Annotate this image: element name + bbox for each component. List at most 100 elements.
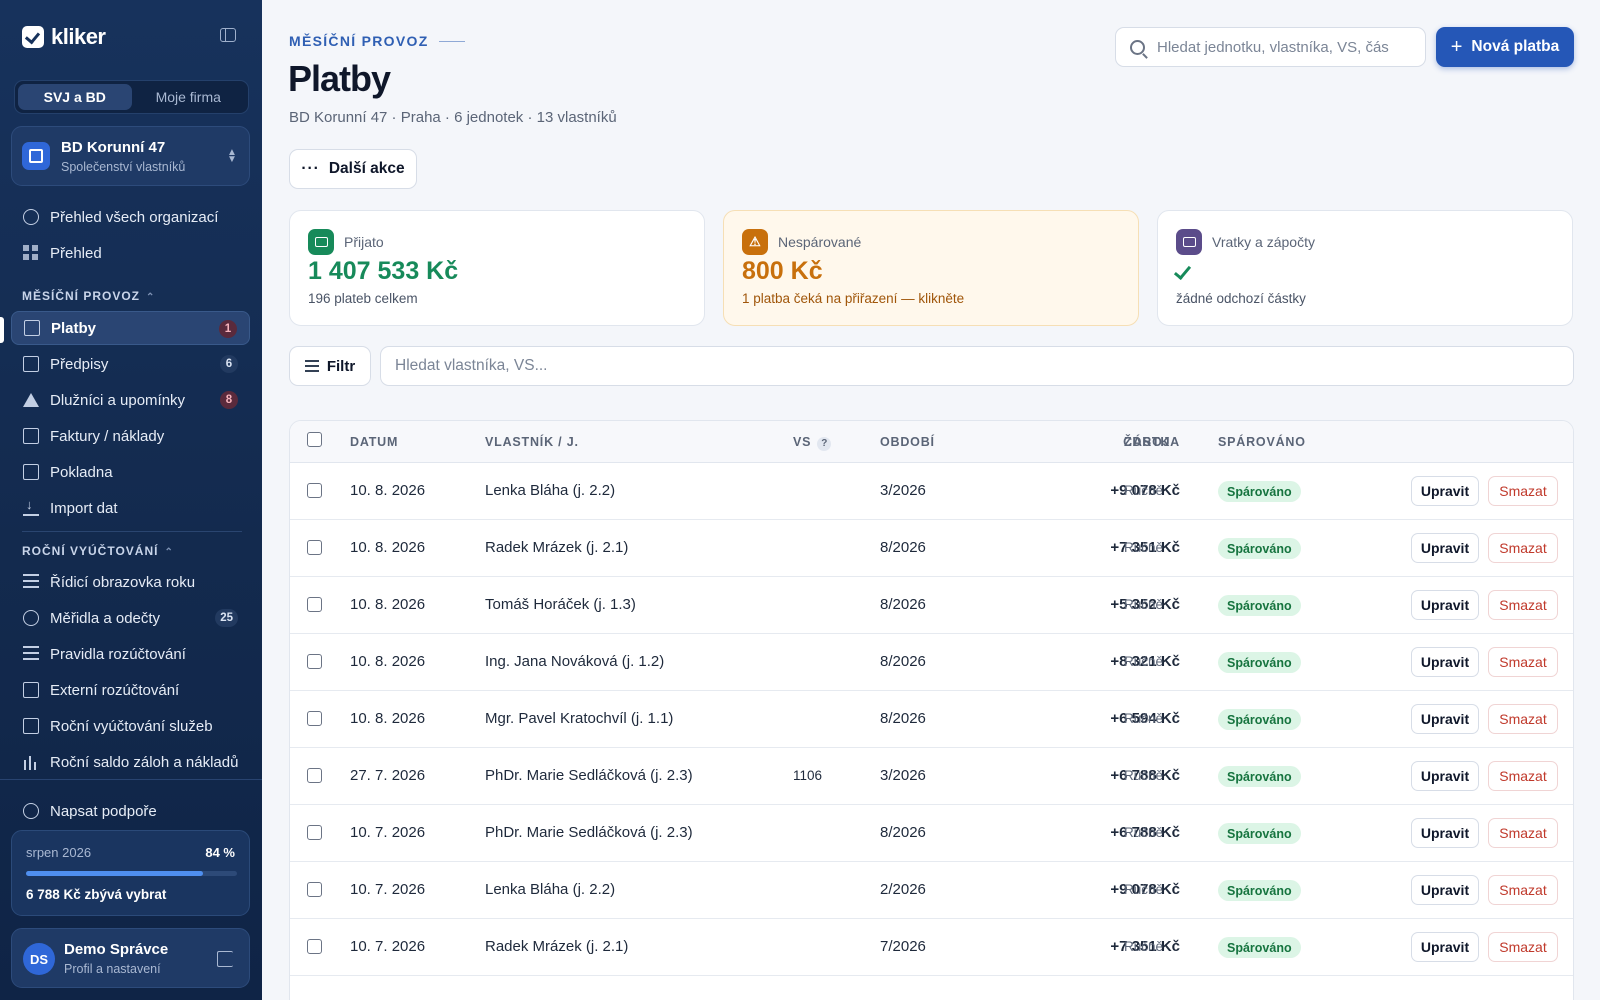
col-vs[interactable]: VS? <box>793 435 832 451</box>
section-annual[interactable]: ROČNÍ VYÚČTOVÁNÍ ⌃ <box>22 544 174 558</box>
nav-invoices[interactable]: Faktury / náklady <box>11 419 250 453</box>
delete-button[interactable]: Smazat <box>1488 875 1558 905</box>
delete-button[interactable]: Smazat <box>1488 533 1558 563</box>
delete-button[interactable]: Smazat <box>1488 932 1558 962</box>
row-checkbox[interactable] <box>307 654 322 669</box>
row-checkbox[interactable] <box>307 768 322 783</box>
row-checkbox[interactable] <box>307 711 322 726</box>
col-source[interactable]: ZDROJ <box>1124 435 1170 449</box>
segment-company[interactable]: Moje firma <box>132 84 246 110</box>
row-checkbox[interactable] <box>307 540 322 555</box>
table-row[interactable]: 10. 8. 2026 Tomáš Horáček (j. 1.3) 8/2026 +… <box>290 577 1573 634</box>
col-date[interactable]: DATUM <box>350 435 398 449</box>
delete-button[interactable]: Smazat <box>1488 761 1558 791</box>
nav-label: Externí rozúčtování <box>50 681 180 699</box>
active-indicator <box>0 317 4 343</box>
col-paired[interactable]: SPÁROVÁNO <box>1218 435 1306 449</box>
filter-button[interactable]: Filtr <box>289 346 371 386</box>
search-input[interactable] <box>1157 38 1397 56</box>
row-checkbox[interactable] <box>307 483 322 498</box>
nav-overview[interactable]: Přehled <box>11 236 250 270</box>
status-badge: Spárováno <box>1218 709 1301 730</box>
collapse-sidebar-icon[interactable] <box>220 28 236 42</box>
edit-button[interactable]: Upravit <box>1411 761 1479 791</box>
nav-cashbox[interactable]: Pokladna <box>11 455 250 489</box>
delete-button[interactable]: Smazat <box>1488 818 1558 848</box>
count-badge: 25 <box>215 609 238 627</box>
card-label: Nespárované <box>778 234 862 250</box>
edit-button[interactable]: Upravit <box>1411 704 1479 734</box>
cell-date: 10. 7. 2026 <box>350 938 426 955</box>
nav-payments[interactable]: Platby 1 <box>11 311 250 345</box>
table-row[interactable]: 10. 7. 2026 Lenka Bláha (j. 2.2) 2/2026 +9 … <box>290 862 1573 919</box>
button-label: Další akce <box>328 160 405 177</box>
row-checkbox[interactable] <box>307 939 322 954</box>
cell-period: 3/2026 <box>880 767 926 784</box>
delete-button[interactable]: Smazat <box>1488 704 1558 734</box>
more-actions-button[interactable]: ··· Další akce <box>289 149 417 189</box>
table-row[interactable]: 10. 8. 2026 Ing. Jana Nováková (j. 1.2) 8/… <box>290 634 1573 691</box>
table-row[interactable]: 10. 7. 2026 PhDr. Marie Sedláčková (j. 2.… <box>290 805 1573 862</box>
nav-all-orgs[interactable]: Přehled všech organizací <box>11 200 250 234</box>
nav-label: Přehled <box>50 244 102 262</box>
select-all-checkbox[interactable] <box>307 432 322 447</box>
table-row[interactable]: 27. 7. 2026 PhDr. Marie Sedláčková (j. 2.… <box>290 748 1573 805</box>
file-text-icon <box>23 718 39 734</box>
table-row[interactable]: 10. 8. 2026 Radek Mrázek (j. 2.1) 8/2026 +7… <box>290 520 1573 577</box>
delete-button[interactable]: Smazat <box>1488 590 1558 620</box>
col-owner[interactable]: VLASTNÍK / J. <box>485 435 579 449</box>
delete-button[interactable]: Smazat <box>1488 476 1558 506</box>
progress-remaining: 6 788 Kč zbývá vybrat <box>26 887 167 902</box>
nav-allocation-rules[interactable]: Pravidla rozúčtování <box>11 637 250 671</box>
card-received[interactable]: Přijato 1 407 533 Kč 196 plateb celkem <box>289 210 705 326</box>
card-unpaired[interactable]: ⚠ Nespárované 800 Kč 1 platba čeká na př… <box>723 210 1139 326</box>
nav-year-dashboard[interactable]: Řídicí obrazovka roku <box>11 565 250 599</box>
nav-support[interactable]: Napsat podpoře <box>11 794 250 828</box>
logo[interactable]: kliker <box>22 24 106 50</box>
nav-external-allocation[interactable]: Externí rozúčtování <box>11 673 250 707</box>
nav-annual-billing[interactable]: Roční vyúčtování služeb <box>11 709 250 743</box>
global-search[interactable] <box>1115 27 1426 67</box>
section-label: ROČNÍ VYÚČTOVÁNÍ <box>22 544 159 558</box>
cell-period: 8/2026 <box>880 539 926 556</box>
warning-icon: ⚠ <box>742 229 768 255</box>
edit-button[interactable]: Upravit <box>1411 818 1479 848</box>
nav-annual-balance[interactable]: Roční saldo záloh a nákladů <box>11 745 250 779</box>
section-monthly[interactable]: MĚSÍČNÍ PROVOZ ⌃ <box>22 289 155 303</box>
nav-meters[interactable]: Měřidla a odečty 25 <box>11 601 250 635</box>
cell-source: Ručně <box>1124 825 1164 840</box>
nav-debtors[interactable]: Dlužníci a upomínky 8 <box>11 383 250 417</box>
card-refunds[interactable]: Vratky a zápočty žádné odchozí částky <box>1157 210 1573 326</box>
row-checkbox[interactable] <box>307 597 322 612</box>
col-vs-label: VS <box>793 435 812 449</box>
table-row[interactable]: 10. 8. 2026 Mgr. Pavel Kratochvíl (j. 1.1… <box>290 691 1573 748</box>
help-icon[interactable]: ? <box>817 436 832 451</box>
nav-label: Předpisy <box>50 355 109 373</box>
new-payment-button[interactable]: + Nová platba <box>1436 27 1574 67</box>
edit-button[interactable]: Upravit <box>1411 476 1479 506</box>
edit-button[interactable]: Upravit <box>1411 932 1479 962</box>
edit-button[interactable]: Upravit <box>1411 875 1479 905</box>
segment-svj[interactable]: SVJ a BD <box>18 84 132 110</box>
cell-owner: Lenka Bláha (j. 2.2) <box>485 881 616 898</box>
nav-prescriptions[interactable]: Předpisy 6 <box>11 347 250 381</box>
logout-icon[interactable] <box>217 951 233 967</box>
edit-button[interactable]: Upravit <box>1411 590 1479 620</box>
col-period[interactable]: OBDOBÍ <box>880 435 935 449</box>
nav-import[interactable]: Import dat <box>11 491 250 525</box>
user-profile[interactable]: DS Demo Správce Profil a nastavení <box>11 928 250 988</box>
edit-button[interactable]: Upravit <box>1411 533 1479 563</box>
table-row[interactable]: 10. 7. 2026 Radek Mrázek (j. 2.1) 7/2026 +7… <box>290 919 1573 976</box>
row-checkbox[interactable] <box>307 825 322 840</box>
org-selector[interactable]: BD Korunní 47 Společenství vlastníků ▲ ▼ <box>11 126 250 186</box>
delete-button[interactable]: Smazat <box>1488 647 1558 677</box>
progress-fill <box>26 871 204 876</box>
table-search-input[interactable] <box>380 346 1574 386</box>
nav-label: Faktury / náklady <box>50 427 165 445</box>
status-badge: Spárováno <box>1218 481 1301 502</box>
edit-button[interactable]: Upravit <box>1411 647 1479 677</box>
progress-track <box>26 871 237 876</box>
count-badge: 1 <box>219 320 237 338</box>
table-row[interactable]: 10. 8. 2026 Lenka Bláha (j. 2.2) 3/2026 +9 … <box>290 463 1573 520</box>
row-checkbox[interactable] <box>307 882 322 897</box>
